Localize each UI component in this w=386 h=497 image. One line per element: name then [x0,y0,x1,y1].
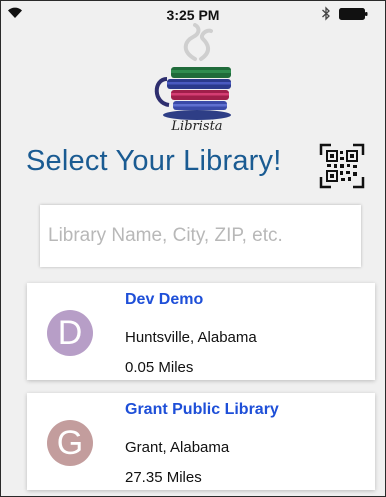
qr-code-icon [319,143,365,189]
avatar: D [47,310,93,356]
library-card-dev-demo[interactable]: D Dev Demo Huntsville, Alabama 0.05 Mile… [27,283,375,380]
library-name: Grant Public Library [125,401,279,418]
bluetooth-icon [322,6,330,21]
qr-scan-button[interactable] [319,143,365,189]
logo-text: Librista [171,119,223,134]
library-name: Dev Demo [125,291,204,308]
library-distance: 0.05 Miles [125,359,194,376]
librista-logo: Librista [151,23,243,141]
search-box [40,205,361,267]
app-screen: 3:25 PM Librista Select Your Library! Li… [0,0,386,497]
avatar: G [47,420,93,466]
search-input[interactable] [40,205,361,267]
page-title: Select Your Library! [26,145,282,177]
library-card-grant-public-library[interactable]: G Grant Public Library Grant, Alabama 27… [27,393,375,490]
library-location: Huntsville, Alabama [125,329,257,346]
battery-icon [339,8,368,20]
library-location: Grant, Alabama [125,439,230,456]
coffee-cup-books-icon [154,23,231,120]
library-distance: 27.35 Miles [125,469,202,486]
